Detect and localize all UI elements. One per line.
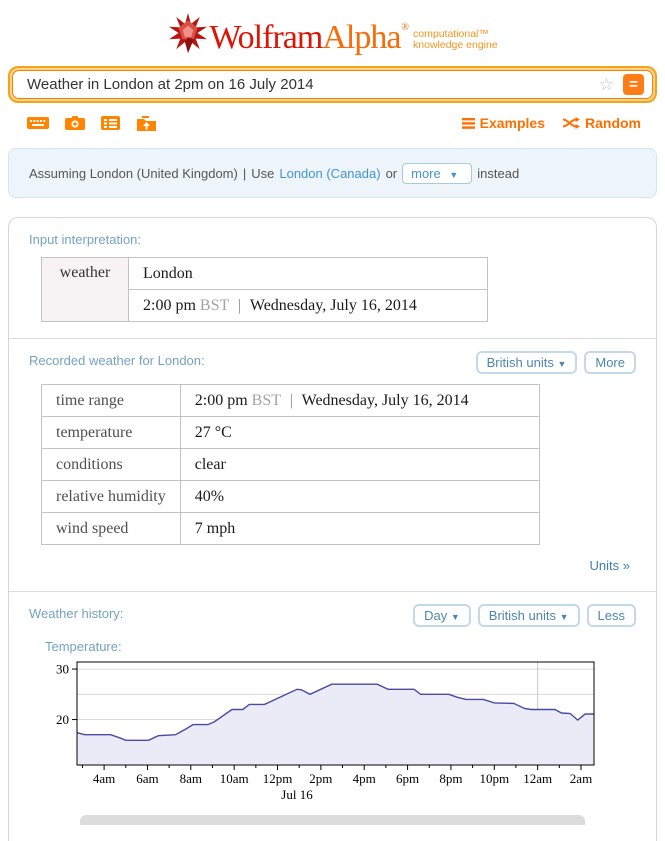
logo-wolfram: Wolfram: [209, 19, 322, 56]
pod-header: Weather history: Day ▼ British units ▼ L…: [29, 604, 636, 627]
british-units-button[interactable]: British units ▼: [476, 351, 578, 374]
svg-text:30: 30: [56, 662, 69, 677]
assumption-more-button[interactable]: more ▼: [402, 163, 472, 184]
table-row: relative humidity 40%: [42, 481, 540, 513]
svg-text:12pm: 12pm: [263, 771, 293, 786]
svg-text:4am: 4am: [93, 771, 115, 786]
svg-text:10pm: 10pm: [479, 771, 509, 786]
assumption-or-label: or: [386, 166, 398, 181]
examples-link[interactable]: Examples: [462, 115, 545, 131]
file-upload-icon[interactable]: [136, 115, 157, 132]
image-input-camera-icon[interactable]: [65, 115, 85, 131]
pod-weather-history: Weather history: Day ▼ British units ▼ L…: [9, 591, 656, 841]
table-row: temperature 27 °C: [42, 417, 540, 449]
wolframalpha-logo[interactable]: WolframAlpha® computational™ knowledge e…: [167, 5, 497, 61]
results-pods: Input interpretation: weather London 2:0…: [8, 217, 657, 841]
query-bar-inner: ☆ =: [12, 70, 653, 99]
query-bar: ☆ =: [8, 66, 657, 103]
interpretation-key-cell: weather: [42, 258, 129, 322]
chevron-down-icon: ▼: [449, 170, 458, 180]
table-row: weather London: [42, 258, 488, 290]
data-input-table-icon[interactable]: [101, 115, 120, 131]
less-button[interactable]: Less: [587, 604, 636, 627]
british-units-button[interactable]: British units ▼: [478, 604, 580, 627]
shuffle-icon: [563, 117, 580, 129]
svg-text:8pm: 8pm: [439, 771, 462, 786]
pod-input-interpretation: Input interpretation: weather London 2:0…: [9, 218, 656, 338]
interpretation-time-cell: 2:00 pm BST | Wednesday, July 16, 2014: [129, 290, 488, 322]
table-row: wind speed 7 mph: [42, 513, 540, 545]
svg-text:6am: 6am: [136, 771, 158, 786]
svg-text:4pm: 4pm: [353, 771, 376, 786]
logo-tagline: computational™ knowledge engine: [413, 15, 498, 51]
table-row: time range 2:00 pm BST | Wednesday, July…: [42, 385, 540, 417]
pod-title: Input interpretation:: [29, 232, 636, 247]
assumption-london-canada-link[interactable]: London (Canada): [279, 166, 380, 181]
toolbar-links: Examples Random: [462, 115, 641, 131]
pod-recorded-weather: Recorded weather for London: British uni…: [9, 338, 656, 591]
assumption-pipe: |: [243, 166, 246, 181]
svg-text:Jul 16: Jul 16: [281, 787, 313, 802]
temperature-chart-svg: 20 30 4am 6am 8am 10am 12pm 2pm 4pm 6pm 8pm 10pm 12a…: [37, 656, 637, 806]
svg-text:6pm: 6pm: [396, 771, 419, 786]
logo-alpha: Alpha: [322, 19, 400, 56]
random-link[interactable]: Random: [563, 115, 641, 131]
pod-buttons: Day ▼ British units ▼ Less: [413, 604, 636, 627]
pod-title: Weather history:: [29, 606, 123, 621]
query-input[interactable]: [25, 75, 599, 94]
table-row: conditions clear: [42, 449, 540, 481]
examples-list-icon: [462, 118, 475, 129]
input-interpretation-table: weather London 2:00 pm BST | Wednesday, …: [41, 257, 488, 322]
time-range-value: 2:00 pm BST | Wednesday, July 16, 2014: [180, 385, 539, 417]
wolfram-spikey-icon: [167, 11, 209, 55]
assumption-use-label: Use: [251, 166, 274, 181]
logo-text: WolframAlpha®: [209, 8, 408, 58]
favorite-star-icon[interactable]: ☆: [599, 76, 614, 93]
chevron-down-icon: ▼: [560, 612, 569, 622]
registered-mark: ®: [401, 22, 408, 33]
chevron-down-icon: ▼: [557, 359, 566, 369]
assumption-instead-label: instead: [477, 166, 519, 181]
chevron-down-icon: ▼: [451, 612, 460, 622]
units-link[interactable]: Units »: [590, 558, 630, 573]
temperature-chart: 20 30 4am 6am 8am 10am 12pm 2pm 4pm 6pm 8pm 10pm 12a…: [37, 656, 636, 811]
next-subpod-collapsed-bar: [80, 815, 585, 825]
svg-text:2pm: 2pm: [309, 771, 332, 786]
recorded-weather-table: time range 2:00 pm BST | Wednesday, July…: [41, 384, 540, 545]
subpod-title-temperature: Temperature:: [45, 639, 636, 654]
day-button[interactable]: Day ▼: [413, 604, 471, 627]
page-header: WolframAlpha® computational™ knowledge e…: [0, 0, 665, 61]
svg-text:8am: 8am: [180, 771, 202, 786]
pod-buttons: British units ▼ More: [476, 351, 636, 374]
svg-text:20: 20: [56, 712, 69, 727]
svg-text:2am: 2am: [570, 771, 592, 786]
pod-title: Recorded weather for London:: [29, 353, 205, 368]
toolbar: Examples Random: [27, 113, 641, 133]
math-keyboard-icon[interactable]: [27, 115, 49, 131]
units-line: Units »: [29, 557, 630, 575]
compute-equals-button[interactable]: =: [623, 74, 644, 95]
svg-text:12am: 12am: [523, 771, 552, 786]
more-button[interactable]: More: [584, 351, 636, 374]
input-assist-icons: [27, 115, 157, 132]
interpretation-city-cell: London: [129, 258, 488, 290]
assumption-prefix: Assuming London (United Kingdom): [29, 166, 238, 181]
pod-header: Recorded weather for London: British uni…: [29, 351, 636, 374]
svg-text:10am: 10am: [220, 771, 249, 786]
assumptions-bar: Assuming London (United Kingdom) | Use L…: [8, 148, 657, 198]
